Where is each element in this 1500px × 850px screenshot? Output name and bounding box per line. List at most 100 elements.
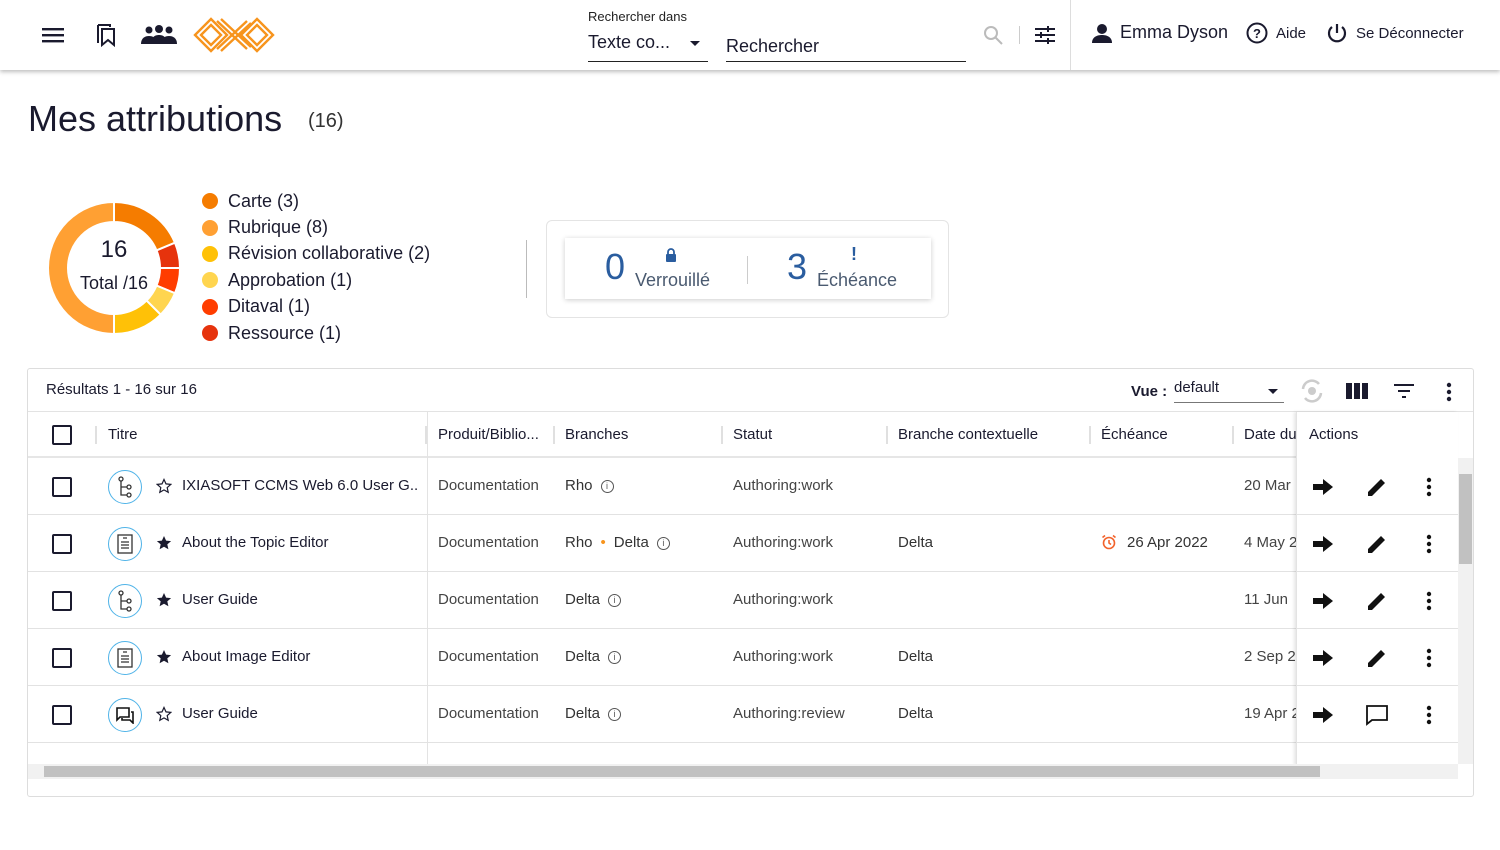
search-scope-value: Texte co...: [588, 32, 671, 52]
legend-item[interactable]: Carte (3): [202, 188, 430, 214]
edit-pencil-icon[interactable]: [1365, 475, 1389, 499]
row-branch: Rho: [565, 477, 593, 494]
table-row[interactable]: User Guide Documentation Delta i Authorin…: [28, 572, 1458, 629]
view-value: default: [1174, 379, 1220, 396]
open-arrow-icon[interactable]: [1311, 589, 1335, 613]
legend-item[interactable]: Approbation (1): [202, 267, 430, 293]
column-header-title[interactable]: Titre: [108, 426, 137, 443]
menu-icon[interactable]: [40, 22, 66, 48]
dropdown-arrow-icon: [1268, 389, 1278, 394]
open-arrow-icon[interactable]: [1311, 475, 1335, 499]
legend-item[interactable]: Rubrique (8): [202, 214, 430, 240]
refresh-view-icon[interactable]: [1298, 377, 1326, 405]
star-filled-icon[interactable]: [156, 535, 172, 555]
row-title[interactable]: User Guide: [182, 705, 417, 722]
info-icon[interactable]: i: [600, 480, 614, 493]
star-outline-icon[interactable]: [155, 478, 173, 498]
legend-item[interactable]: Révision collaborative (2): [202, 241, 430, 267]
table-row[interactable]: About the Topic Editor Documentation Rho…: [28, 515, 1458, 572]
row-more-options-icon[interactable]: [1417, 532, 1441, 556]
row-status: Authoring:work: [733, 477, 834, 494]
bookmarks-icon[interactable]: [93, 22, 119, 48]
table-row[interactable]: IXIASOFT CCMS Web 6.0 User G... Document…: [28, 458, 1458, 515]
row-more-options-icon[interactable]: [1417, 475, 1441, 499]
edit-pencil-icon[interactable]: [1365, 589, 1389, 613]
open-arrow-icon[interactable]: [1311, 532, 1335, 556]
user-name: Emma Dyson: [1120, 22, 1229, 42]
actions-row: [1297, 572, 1459, 629]
row-more-options-icon[interactable]: [1417, 646, 1441, 670]
team-icon[interactable]: [140, 22, 178, 48]
view-select[interactable]: default: [1174, 379, 1284, 403]
star-filled-icon[interactable]: [156, 649, 172, 669]
open-arrow-icon[interactable]: [1311, 703, 1335, 727]
due-count[interactable]: 3: [787, 246, 807, 288]
column-header-date[interactable]: Date du: [1244, 426, 1297, 443]
column-header-context-branch[interactable]: Branche contextuelle: [898, 426, 1038, 443]
search-icon[interactable]: [980, 22, 1006, 48]
column-header-status[interactable]: Statut: [733, 426, 772, 443]
row-more-options-icon[interactable]: [1417, 703, 1441, 727]
donut-slice[interactable]: [47, 200, 115, 336]
edit-pencil-icon[interactable]: [1365, 646, 1389, 670]
row-context-branch: Delta: [898, 648, 934, 665]
search-input[interactable]: [726, 32, 966, 62]
actions-row: [1297, 458, 1459, 515]
table-toolbar: Résultats 1 - 16 sur 16 Vue : default: [28, 369, 1473, 412]
divider: [1019, 26, 1020, 44]
column-header-due[interactable]: Échéance: [1101, 426, 1168, 443]
row-checkbox[interactable]: [52, 477, 72, 497]
locked-count[interactable]: 0: [605, 246, 625, 288]
comment-icon[interactable]: [1365, 703, 1389, 727]
row-checkbox[interactable]: [52, 534, 72, 554]
search-scope-select[interactable]: Texte co...: [588, 32, 708, 62]
row-more-options-icon[interactable]: [1417, 589, 1441, 613]
donut-total-label: Total /16: [79, 273, 149, 293]
column-header-branches[interactable]: Branches: [565, 426, 628, 443]
help-label: Aide: [1276, 24, 1307, 42]
columns-icon[interactable]: [1346, 383, 1368, 399]
row-date: 20 Mar: [1244, 477, 1291, 494]
table-row[interactable]: About Image Editor Documentation Delta i …: [28, 629, 1458, 686]
row-title[interactable]: User Guide: [182, 591, 417, 608]
lock-icon: [666, 248, 676, 262]
legend-item[interactable]: Ressource (1): [202, 320, 430, 346]
horizontal-scrollbar[interactable]: [28, 764, 1458, 779]
column-header-actions: Actions: [1309, 426, 1359, 443]
row-checkbox[interactable]: [52, 705, 72, 725]
select-all-checkbox[interactable]: [52, 425, 72, 445]
open-arrow-icon[interactable]: [1311, 646, 1335, 670]
logo[interactable]: [193, 17, 275, 58]
edit-pencil-icon[interactable]: [1365, 532, 1389, 556]
legend-item[interactable]: Ditaval (1): [202, 294, 430, 320]
divider: [526, 240, 527, 298]
table-header-row: Titre Produit/Biblio... Branches Statut …: [28, 412, 1458, 458]
help-button[interactable]: ? Aide: [1246, 22, 1306, 44]
info-icon[interactable]: i: [656, 537, 670, 550]
vertical-scrollbar[interactable]: [1458, 458, 1473, 764]
dropdown-arrow-icon: [690, 41, 700, 46]
table-row[interactable]: User Guide Documentation Delta i Authorin…: [28, 686, 1458, 743]
row-title[interactable]: About Image Editor: [182, 648, 417, 665]
filter-icon[interactable]: [1394, 384, 1414, 398]
row-status: Authoring:review: [733, 705, 845, 722]
info-icon[interactable]: i: [608, 651, 622, 664]
legend-label: Rubrique (8): [228, 217, 329, 238]
more-options-icon[interactable]: [1446, 382, 1452, 402]
row-context-branch: Delta: [898, 534, 934, 551]
info-icon[interactable]: i: [608, 708, 622, 721]
row-date: 2 Sep 2: [1244, 648, 1296, 665]
row-checkbox[interactable]: [52, 648, 72, 668]
row-branch: Delta: [565, 591, 601, 608]
star-filled-icon[interactable]: [156, 592, 172, 612]
logout-button[interactable]: Se Déconnecter: [1326, 22, 1464, 44]
user-menu-button[interactable]: Emma Dyson: [1092, 22, 1228, 43]
column-header-product[interactable]: Produit/Biblio...: [438, 426, 539, 443]
map-type-icon: [108, 584, 142, 618]
advanced-search-icon[interactable]: [1032, 22, 1058, 48]
star-outline-icon[interactable]: [155, 706, 173, 726]
info-icon[interactable]: i: [608, 594, 622, 607]
row-checkbox[interactable]: [52, 591, 72, 611]
row-title[interactable]: IXIASOFT CCMS Web 6.0 User G...: [182, 477, 417, 494]
row-title[interactable]: About the Topic Editor: [182, 534, 417, 551]
